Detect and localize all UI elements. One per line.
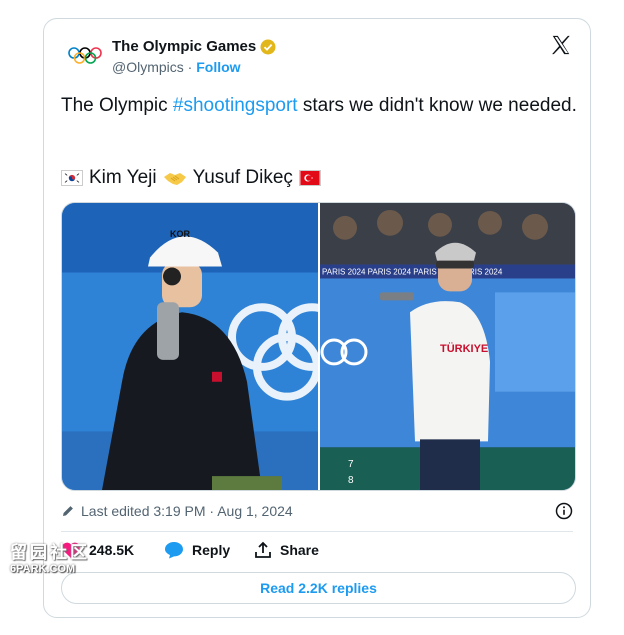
author-name[interactable]: The Olympic Games	[112, 38, 256, 55]
photo-kim-yeji[interactable]: KOR	[62, 203, 318, 490]
pencil-icon	[63, 506, 73, 516]
cap-text: KOR	[170, 229, 191, 239]
banner-text: PARIS 2024 PARIS 2024 PARIS 2024 PARIS 2…	[322, 268, 503, 277]
read-replies-button[interactable]: Read 2.2K replies	[61, 572, 576, 604]
turkey-flag-icon	[298, 170, 321, 186]
reply-bubble-icon	[165, 542, 183, 559]
athlete-one-name: Kim Yeji	[89, 167, 157, 188]
tweet-text-end: stars we didn't know we needed.	[297, 95, 577, 116]
handle-row: @Olympics · Follow	[112, 59, 241, 75]
share-icon	[255, 541, 271, 558]
edited-timestamp[interactable]: Last edited 3:19 PM · Aug 1, 2024	[61, 503, 293, 519]
divider	[61, 531, 573, 532]
site-watermark: 留园社区 6PARK.COM	[10, 538, 90, 575]
verified-badge-icon	[260, 39, 276, 54]
tweet-media[interactable]: KOR PARIS 2024 PARIS 2024 PARIS 2024 PAR…	[61, 202, 576, 491]
tweet-text-start: The Olympic	[61, 95, 173, 116]
edited-label: Last edited 3:19 PM · Aug 1, 2024	[81, 503, 293, 519]
photo-yusuf-dikec[interactable]: PARIS 2024 PARIS 2024 PARIS 2024 PARIS 2…	[320, 203, 576, 490]
info-icon[interactable]	[555, 502, 573, 520]
share-button[interactable]: Share	[254, 541, 319, 559]
south-korea-flag-icon	[61, 170, 83, 186]
action-bar: 248.5K Reply Share	[61, 541, 576, 563]
handle-separator: ·	[187, 59, 193, 75]
athletes-line: Kim Yeji Yusuf Dikeç	[61, 167, 321, 189]
olympic-rings-logo[interactable]	[67, 44, 103, 68]
reply-button[interactable]: Reply	[164, 541, 230, 559]
tweet-text: The Olympic #shootingsport stars we didn…	[61, 93, 581, 118]
like-count: 248.5K	[89, 542, 135, 558]
watermark-top: 留园社区	[10, 543, 90, 562]
reply-label: Reply	[192, 542, 231, 558]
lane-number-1: 7	[348, 459, 354, 470]
follow-button[interactable]: Follow	[196, 59, 240, 75]
tweet-card: The Olympic Games @Olympics · Follow The…	[43, 18, 591, 618]
author-handle[interactable]: @Olympics	[112, 59, 184, 75]
author-name-row: The Olympic Games	[112, 38, 276, 55]
shirt-text: TÜRKIYE	[440, 342, 488, 355]
watermark-bottom: 6PARK.COM	[10, 563, 76, 575]
x-logo-icon[interactable]	[550, 34, 572, 56]
hashtag-link[interactable]: #shootingsport	[173, 95, 298, 116]
athlete-two-name: Yusuf Dikeç	[192, 167, 293, 188]
lane-number-2: 8	[348, 475, 354, 486]
handshake-icon	[163, 173, 186, 185]
share-label: Share	[280, 542, 319, 558]
